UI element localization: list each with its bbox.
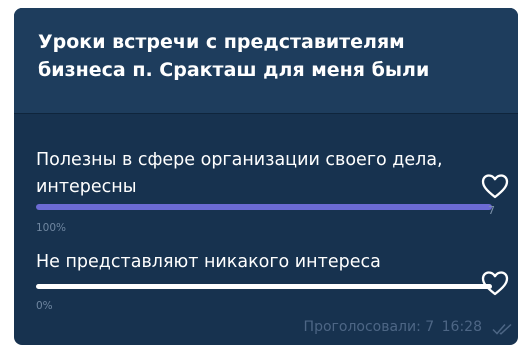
screenshot-frame: Уроки встречи с представителям бизнеса п…	[0, 0, 518, 345]
poll-question: Уроки встречи с представителям бизнеса п…	[38, 31, 430, 81]
heart-outline-icon[interactable]	[481, 173, 509, 199]
poll-percent-useful: 100%	[36, 222, 67, 234]
poll-result-bar-no-interest	[36, 284, 492, 289]
poll-question-header: Уроки встречи с представителям бизнеса п…	[14, 8, 518, 114]
poll-percent-no-interest: 0%	[36, 300, 53, 312]
poll-option-useful[interactable]: Полезны в сфере организации своего дела,…	[36, 147, 496, 201]
poll-message: Уроки встречи с представителям бизнеса п…	[14, 8, 518, 345]
like-count: 7	[488, 204, 495, 217]
voters-count: Проголосовали: 7	[303, 319, 435, 335]
heart-outline-icon[interactable]	[481, 270, 509, 296]
double-check-icon	[492, 323, 512, 335]
poll-footer: Проголосовали: 7 16:28	[301, 319, 482, 335]
message-time: 16:28	[441, 319, 482, 335]
poll-result-bar-useful	[36, 204, 492, 210]
poll-option-no-interest[interactable]: Не представляют никакого интереса	[36, 249, 496, 276]
